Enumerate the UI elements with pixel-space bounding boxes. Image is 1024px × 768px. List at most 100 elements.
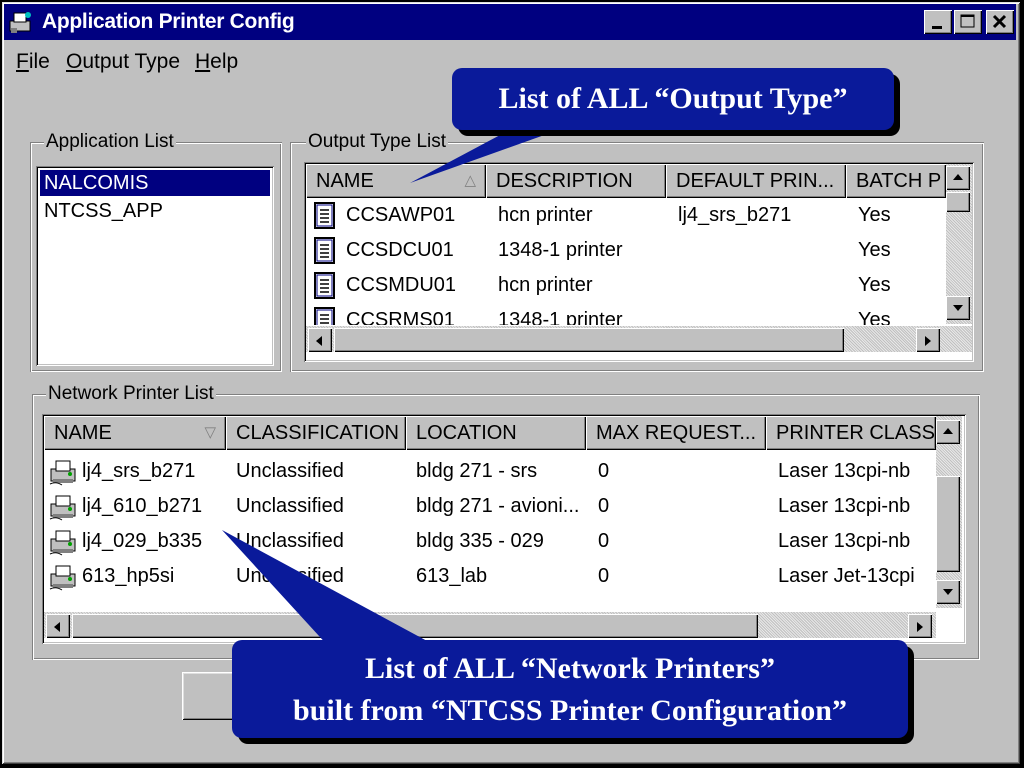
menu-file[interactable]: File — [16, 50, 50, 74]
output-type-cell: CCSDCU01 — [346, 239, 454, 261]
output-type-cell: Yes — [858, 274, 891, 296]
menu-output-type[interactable]: Output Type — [66, 50, 180, 74]
network-printer-cell: Laser Jet-13cpi — [778, 565, 915, 587]
network-printer-icon — [48, 562, 80, 592]
output-type-column-header[interactable]: NAME △ — [306, 164, 486, 198]
output-type-cell — [678, 233, 854, 268]
output-type-cell: Yes — [858, 204, 891, 226]
network-printer-cell: Laser 13cpi-nb — [778, 460, 911, 482]
application-list-label: Application List — [44, 131, 176, 153]
output-type-listview[interactable]: NAME △ DESCRIPTION DEFAULT PRIN... BATCH P C… — [304, 162, 974, 362]
output-type-cell: Yes — [858, 309, 891, 325]
column-header-label: CLASSIFICATION — [236, 422, 399, 444]
output-type-column-header[interactable]: DESCRIPTION — [486, 164, 666, 198]
callout-network-printers: List of ALL “Network Printers” built fro… — [232, 640, 908, 738]
network-printer-cell: 613_lab — [416, 565, 488, 587]
arrow-down-icon — [953, 305, 963, 311]
output-type-row[interactable]: CCSRMS01 1348-1 printer Yes — [306, 303, 946, 325]
output-type-cell: CCSRMS01 — [346, 309, 455, 325]
output-type-vscroll-thumb[interactable] — [946, 192, 970, 212]
network-printer-cell: bldg 335 - 029 — [416, 530, 544, 552]
network-printer-icon — [48, 527, 80, 557]
network-printer-cell: 0 — [598, 495, 610, 517]
output-type-column-header[interactable]: DEFAULT PRIN... — [666, 164, 846, 198]
title-bar[interactable]: Application Printer Config — [4, 4, 1016, 40]
network-printer-cell: Laser 13cpi-nb — [778, 530, 911, 552]
network-printer-cell: bldg 271 - avioni... — [416, 495, 580, 517]
network-printer-column-header[interactable]: NAME ▽ — [44, 416, 226, 450]
sort-ascending-icon: △ — [464, 172, 476, 189]
network-printer-row[interactable]: lj4_610_b271 Unclassified bldg 271 - avion… — [44, 489, 936, 524]
network-printer-list-label: Network Printer List — [46, 383, 216, 405]
output-type-cell — [678, 268, 854, 303]
column-header-label: NAME — [316, 170, 374, 192]
network-printer-hscroll-thumb[interactable] — [72, 614, 758, 638]
application-list-item[interactable]: NTCSS_APP — [40, 198, 167, 224]
arrow-left-icon — [54, 622, 60, 632]
network-printer-scroll-right-button[interactable] — [908, 614, 932, 638]
network-printer-cell: Unclassified — [236, 495, 344, 517]
document-icon — [312, 307, 338, 325]
network-printer-row[interactable]: lj4_srs_b271 Unclassified bldg 271 - srs 0 L… — [44, 454, 936, 489]
document-icon — [312, 202, 338, 230]
output-type-scroll-left-button[interactable] — [308, 328, 332, 352]
arrow-left-icon — [316, 336, 322, 346]
arrow-down-icon — [943, 589, 953, 595]
network-printer-cell: lj4_610_b271 — [82, 495, 203, 517]
output-type-cell: CCSAWP01 — [346, 204, 456, 226]
output-type-row[interactable]: CCSAWP01 hcn printer lj4_srs_b271 Yes — [306, 198, 946, 233]
minimize-button[interactable] — [924, 10, 952, 34]
network-printer-cell: 613_hp5si — [82, 565, 175, 587]
network-printer-scroll-down-button[interactable] — [936, 580, 960, 604]
maximize-icon — [960, 14, 975, 28]
network-printer-column-header[interactable]: LOCATION — [406, 416, 586, 450]
network-printer-cell: Laser 13cpi-nb — [778, 495, 911, 517]
output-type-row[interactable]: CCSMDU01 hcn printer Yes — [306, 268, 946, 303]
network-printer-cell: lj4_srs_b271 — [82, 460, 196, 482]
network-printer-column-header[interactable]: CLASSIFICATION — [226, 416, 406, 450]
callout-output-type-text: List of ALL “Output Type” — [498, 82, 848, 115]
output-type-row[interactable]: CCSDCU01 1348-1 printer Yes — [306, 233, 946, 268]
network-printer-cell: Unclassified — [236, 530, 344, 552]
output-type-scroll-right-button[interactable] — [916, 328, 940, 352]
network-printer-cell: bldg 271 - srs — [416, 460, 538, 482]
output-type-cell: 1348-1 printer — [498, 239, 623, 261]
column-header-label: NAME — [54, 422, 112, 444]
output-type-scroll-up-button[interactable] — [946, 166, 970, 190]
document-icon — [312, 272, 338, 300]
network-printer-scroll-left-button[interactable] — [46, 614, 70, 638]
column-header-label: MAX REQUEST... — [596, 422, 757, 444]
output-type-scroll-down-button[interactable] — [946, 296, 970, 320]
document-icon — [312, 237, 338, 265]
network-printer-vscroll-thumb[interactable] — [936, 476, 960, 572]
network-printer-row[interactable]: 613_hp5si Unclassified 613_lab 0 Laser Jet-1… — [44, 559, 936, 594]
output-type-hscroll-thumb[interactable] — [334, 328, 844, 352]
arrow-up-icon — [953, 174, 963, 180]
network-printer-row[interactable]: lj4_029_b335 Unclassified bldg 335 - 029 0 L… — [44, 524, 936, 559]
close-button[interactable] — [986, 10, 1014, 34]
column-header-label: BATCH P — [856, 170, 942, 192]
output-type-cell — [678, 303, 854, 325]
output-type-cell: Yes — [858, 239, 891, 261]
arrow-right-icon — [917, 622, 923, 632]
application-list-item[interactable]: NALCOMIS — [40, 170, 270, 196]
network-printer-column-header[interactable]: PRINTER CLASS — [766, 416, 936, 450]
network-printer-listview[interactable]: NAME ▽ CLASSIFICATION LOCATION MAX REQUEST..… — [42, 414, 966, 644]
output-type-list-label: Output Type List — [306, 131, 449, 153]
column-header-label: DESCRIPTION — [496, 170, 633, 192]
arrow-up-icon — [943, 428, 953, 434]
output-type-column-header[interactable]: BATCH P — [846, 164, 946, 198]
network-printer-scroll-up-button[interactable] — [936, 420, 960, 444]
network-printer-cell: 0 — [598, 460, 610, 482]
maximize-button[interactable] — [954, 10, 982, 34]
application-listbox[interactable]: NALCOMIS NTCSS_APP — [36, 166, 274, 366]
output-type-cell: CCSMDU01 — [346, 274, 457, 296]
network-printer-column-header[interactable]: MAX REQUEST... — [586, 416, 766, 450]
menu-help[interactable]: Help — [195, 50, 238, 74]
column-header-label: LOCATION — [416, 422, 517, 444]
network-printer-cell: lj4_029_b335 — [82, 530, 203, 552]
output-type-cell: 1348-1 printer — [498, 309, 623, 325]
output-type-cell: lj4_srs_b271 — [678, 204, 792, 226]
output-type-cell: hcn printer — [498, 204, 593, 226]
sort-descending-icon: ▽ — [204, 424, 216, 441]
